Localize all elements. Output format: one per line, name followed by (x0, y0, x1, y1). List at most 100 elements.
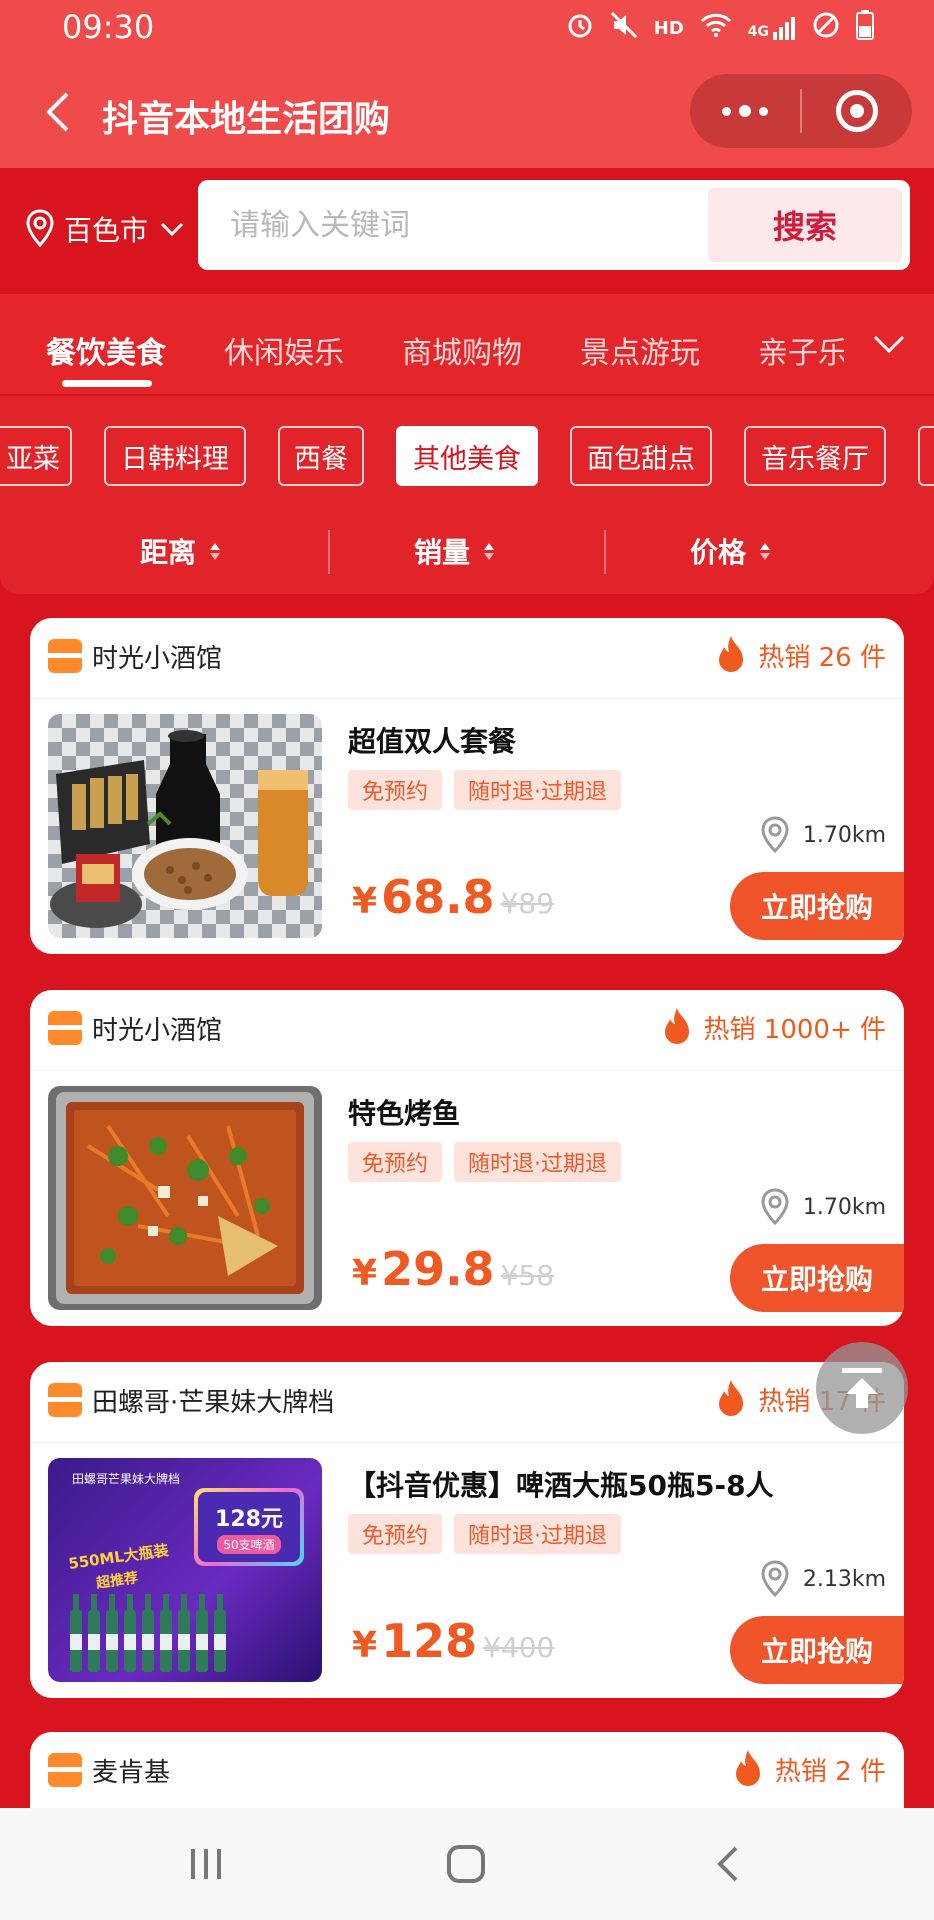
home-button[interactable] (436, 1842, 496, 1886)
city-selector[interactable]: 百色市 (24, 204, 184, 254)
chip-japanese-korean[interactable]: 日韩料理 (104, 426, 246, 486)
buy-now-button[interactable]: 立即抢购 (730, 1244, 904, 1312)
sort-sales[interactable]: 销量 (414, 508, 495, 594)
wifi-icon (700, 12, 732, 44)
flame-icon (664, 1008, 689, 1044)
distance-text: 1.70km (802, 822, 886, 848)
product-card[interactable]: 时光小酒馆 热销 1000+ 件 特色烤鱼 免预约 随时退·过期退 1.70km… (30, 990, 904, 1326)
distance-text: 1.70km (802, 1194, 886, 1220)
price: ¥ 29.8 ¥58 (352, 1242, 554, 1296)
subcategory-chips: 亚菜 日韩料理 西餐 其他美食 面包甜点 音乐餐厅 (0, 396, 934, 508)
poster-badge: 128元 50支啤酒 (194, 1488, 304, 1566)
chip-asian[interactable]: 亚菜 (0, 426, 72, 486)
sort-price[interactable]: 价格 (690, 508, 771, 594)
distance: 1.70km (759, 816, 886, 854)
shop-icon (48, 1383, 82, 1417)
price-value: 68.8 (381, 870, 495, 924)
sort-sales-label: 销量 (414, 536, 471, 569)
mute-icon (610, 11, 638, 45)
hot-sales-text: 热销 2 件 (774, 1756, 886, 1787)
chevron-down-icon (873, 335, 905, 354)
status-time: 09:30 (62, 8, 155, 46)
4g-signal-icon: 4G (748, 16, 796, 40)
close-mini-program-button[interactable] (802, 90, 912, 132)
product-image[interactable] (48, 714, 322, 938)
tag-refund-anytime: 随时退·过期退 (454, 770, 622, 810)
location-pin-icon (761, 816, 789, 854)
card-divider (30, 698, 904, 699)
hd-label: HD (653, 17, 684, 39)
poster-brand: 田螺哥芒果妹大牌档 (72, 1472, 181, 1486)
more-dots-icon-center (739, 105, 751, 117)
back-button[interactable] (30, 84, 86, 140)
product-tags: 免预约 随时退·过期退 (348, 1514, 622, 1554)
buy-now-button[interactable]: 立即抢购 (730, 872, 904, 940)
sort-distance[interactable]: 距离 (140, 508, 221, 594)
shop-name: 麦肯基 (92, 1757, 171, 1788)
status-bar: 09:30 HD 4G (0, 0, 934, 58)
chip-western[interactable]: 西餐 (278, 426, 364, 486)
flame-icon (719, 636, 744, 672)
tag-no-reservation: 免预约 (348, 770, 443, 810)
chip-other-food[interactable]: 其他美食 (396, 426, 538, 486)
sort-bar: 距离 销量 价格 (0, 508, 934, 594)
sort-arrows-icon (760, 542, 771, 560)
arrow-up-icon (842, 1368, 882, 1408)
tab-food[interactable]: 餐饮美食 (46, 328, 166, 372)
recent-apps-icon (191, 1849, 221, 1879)
shop-name: 时光小酒馆 (92, 1015, 223, 1046)
tab-sightseeing[interactable]: 景点游玩 (580, 328, 700, 372)
battery-icon (856, 10, 874, 46)
chip-bakery[interactable]: 面包甜点 (570, 426, 712, 486)
search-box: 搜索 (198, 180, 910, 270)
location-pin-icon (761, 1560, 789, 1598)
distance: 1.70km (759, 1188, 886, 1226)
chevron-left-icon (717, 1846, 738, 1882)
shop-row[interactable]: 时光小酒馆 (48, 636, 222, 676)
price: ¥ 68.8 ¥89 (352, 870, 554, 924)
recent-apps-button[interactable] (176, 1842, 236, 1886)
product-title: 【抖音优惠】啤酒大瓶50瓶5-8人 (348, 1469, 774, 1502)
card-divider (30, 1070, 904, 1071)
chip-music-restaurant[interactable]: 音乐餐厅 (744, 426, 886, 486)
mini-program-capsule (690, 74, 912, 148)
beer-bottles-graphic (70, 1594, 226, 1672)
chip-more[interactable] (918, 426, 934, 486)
product-card[interactable]: 时光小酒馆 热销 26 件 超值双人套餐 免预约 随时退·过期退 1.70km … (30, 618, 904, 954)
more-menu-button[interactable] (690, 74, 800, 148)
tab-family[interactable]: 亲子乐 (758, 328, 848, 372)
expand-tabs-button[interactable] (844, 294, 934, 394)
shop-row[interactable]: 麦肯基 (48, 1750, 170, 1790)
price-currency: ¥ (352, 1625, 378, 1666)
system-navigation-bar (0, 1808, 934, 1920)
location-pin-icon (761, 1188, 789, 1226)
buy-now-button[interactable]: 立即抢购 (730, 1616, 904, 1684)
price-value: 128 (381, 1614, 478, 1668)
tab-leisure[interactable]: 休闲娱乐 (224, 328, 344, 372)
sort-divider (328, 530, 330, 574)
poster-badge-price: 128元 (215, 1506, 283, 1532)
mini-program-nav-bar: 抖音本地生活团购 (0, 58, 934, 168)
original-price: ¥400 (483, 1631, 555, 1664)
active-tab-indicator (62, 380, 152, 387)
alarm-icon (566, 11, 594, 45)
poster-badge-sub: 50支啤酒 (217, 1534, 281, 1554)
back-to-top-button[interactable] (816, 1342, 908, 1434)
shop-row[interactable]: 时光小酒馆 (48, 1008, 222, 1048)
tag-refund-anytime: 随时退·过期退 (454, 1142, 622, 1182)
product-image[interactable]: 田螺哥芒果妹大牌档 128元 50支啤酒 550ML大瓶装 超推荐 (48, 1458, 322, 1682)
more-dots-icon-right (759, 106, 768, 116)
product-title: 超值双人套餐 (348, 725, 517, 758)
shop-row[interactable]: 田螺哥·芒果妹大牌档 (48, 1380, 334, 1420)
product-image[interactable] (48, 1086, 322, 1310)
chevron-left-icon (46, 92, 69, 132)
product-card[interactable]: 田螺哥·芒果妹大牌档 热销 17 件 田螺哥芒果妹大牌档 128元 50支啤酒 … (30, 1362, 904, 1698)
search-input[interactable] (198, 180, 708, 270)
search-button[interactable]: 搜索 (708, 188, 902, 262)
system-back-button[interactable] (698, 1842, 758, 1886)
original-price: ¥58 (500, 1259, 555, 1292)
page-title: 抖音本地生活团购 (102, 99, 391, 140)
product-tags: 免预约 随时退·过期退 (348, 770, 622, 810)
sort-price-label: 价格 (690, 536, 747, 569)
tab-mall[interactable]: 商城购物 (402, 328, 522, 372)
